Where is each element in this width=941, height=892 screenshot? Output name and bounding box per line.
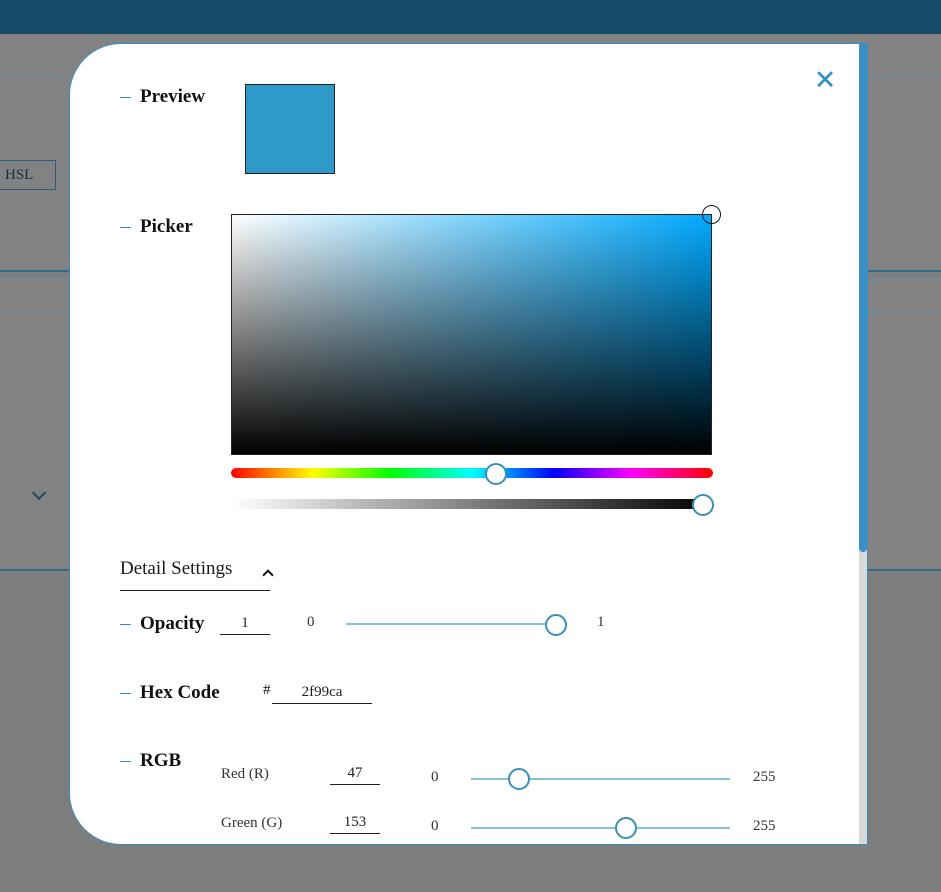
dash-marker — [120, 227, 131, 229]
dash-marker — [120, 624, 131, 626]
alpha-slider[interactable] — [231, 499, 713, 509]
detail-settings-label: Detail Settings — [120, 558, 233, 579]
alpha-slider-knob[interactable] — [692, 494, 714, 516]
green-slider-track[interactable] — [471, 827, 730, 829]
opacity-label: Opacity — [120, 613, 204, 635]
picker-label: Picker — [120, 216, 193, 238]
detail-settings-toggle[interactable]: Detail Settings — [120, 558, 274, 591]
scrollbar-thumb[interactable] — [859, 44, 867, 552]
green-slider-knob[interactable] — [615, 817, 638, 839]
opacity-max: 1 — [597, 614, 605, 630]
green-input[interactable] — [330, 811, 380, 834]
app-top-bar — [0, 0, 941, 34]
color-preview-swatch — [245, 84, 335, 174]
green-channel-label: Green (G) — [221, 815, 283, 831]
color-picker-modal: ✕ Preview Picker Detail Settings Opacity… — [69, 43, 868, 845]
format-hsl-button[interactable]: HSL — [0, 160, 56, 190]
dash-marker — [120, 693, 131, 695]
dash-marker — [120, 97, 131, 99]
preview-label-text: Preview — [140, 86, 206, 107]
hex-input[interactable] — [272, 681, 372, 704]
saturation-value-handle[interactable] — [702, 205, 721, 224]
rgb-label: RGB — [120, 750, 181, 772]
opacity-slider-track[interactable] — [346, 623, 556, 625]
opacity-input[interactable] — [220, 612, 270, 635]
hex-code-label: Hex Code — [120, 682, 220, 704]
green-max: 255 — [753, 818, 776, 834]
saturation-value-area[interactable] — [231, 214, 712, 455]
opacity-min: 0 — [307, 614, 315, 630]
hex-code-label-text: Hex Code — [140, 682, 220, 703]
red-input[interactable] — [330, 762, 380, 785]
green-min: 0 — [431, 818, 439, 834]
preview-label: Preview — [120, 86, 205, 108]
picker-label-text: Picker — [140, 216, 193, 237]
opacity-label-text: Opacity — [140, 613, 205, 634]
chevron-up-icon — [262, 569, 274, 581]
red-channel-label: Red (R) — [221, 766, 269, 782]
dash-marker — [120, 761, 131, 763]
rgb-label-text: RGB — [140, 750, 182, 771]
red-min: 0 — [431, 769, 439, 785]
red-max: 255 — [753, 769, 776, 785]
hue-slider-knob[interactable] — [485, 463, 508, 485]
close-icon[interactable]: ✕ — [810, 66, 840, 96]
hex-prefix: # — [263, 682, 271, 698]
red-slider-knob[interactable] — [507, 768, 530, 790]
opacity-slider-knob[interactable] — [545, 614, 567, 636]
hue-slider[interactable] — [231, 468, 713, 478]
